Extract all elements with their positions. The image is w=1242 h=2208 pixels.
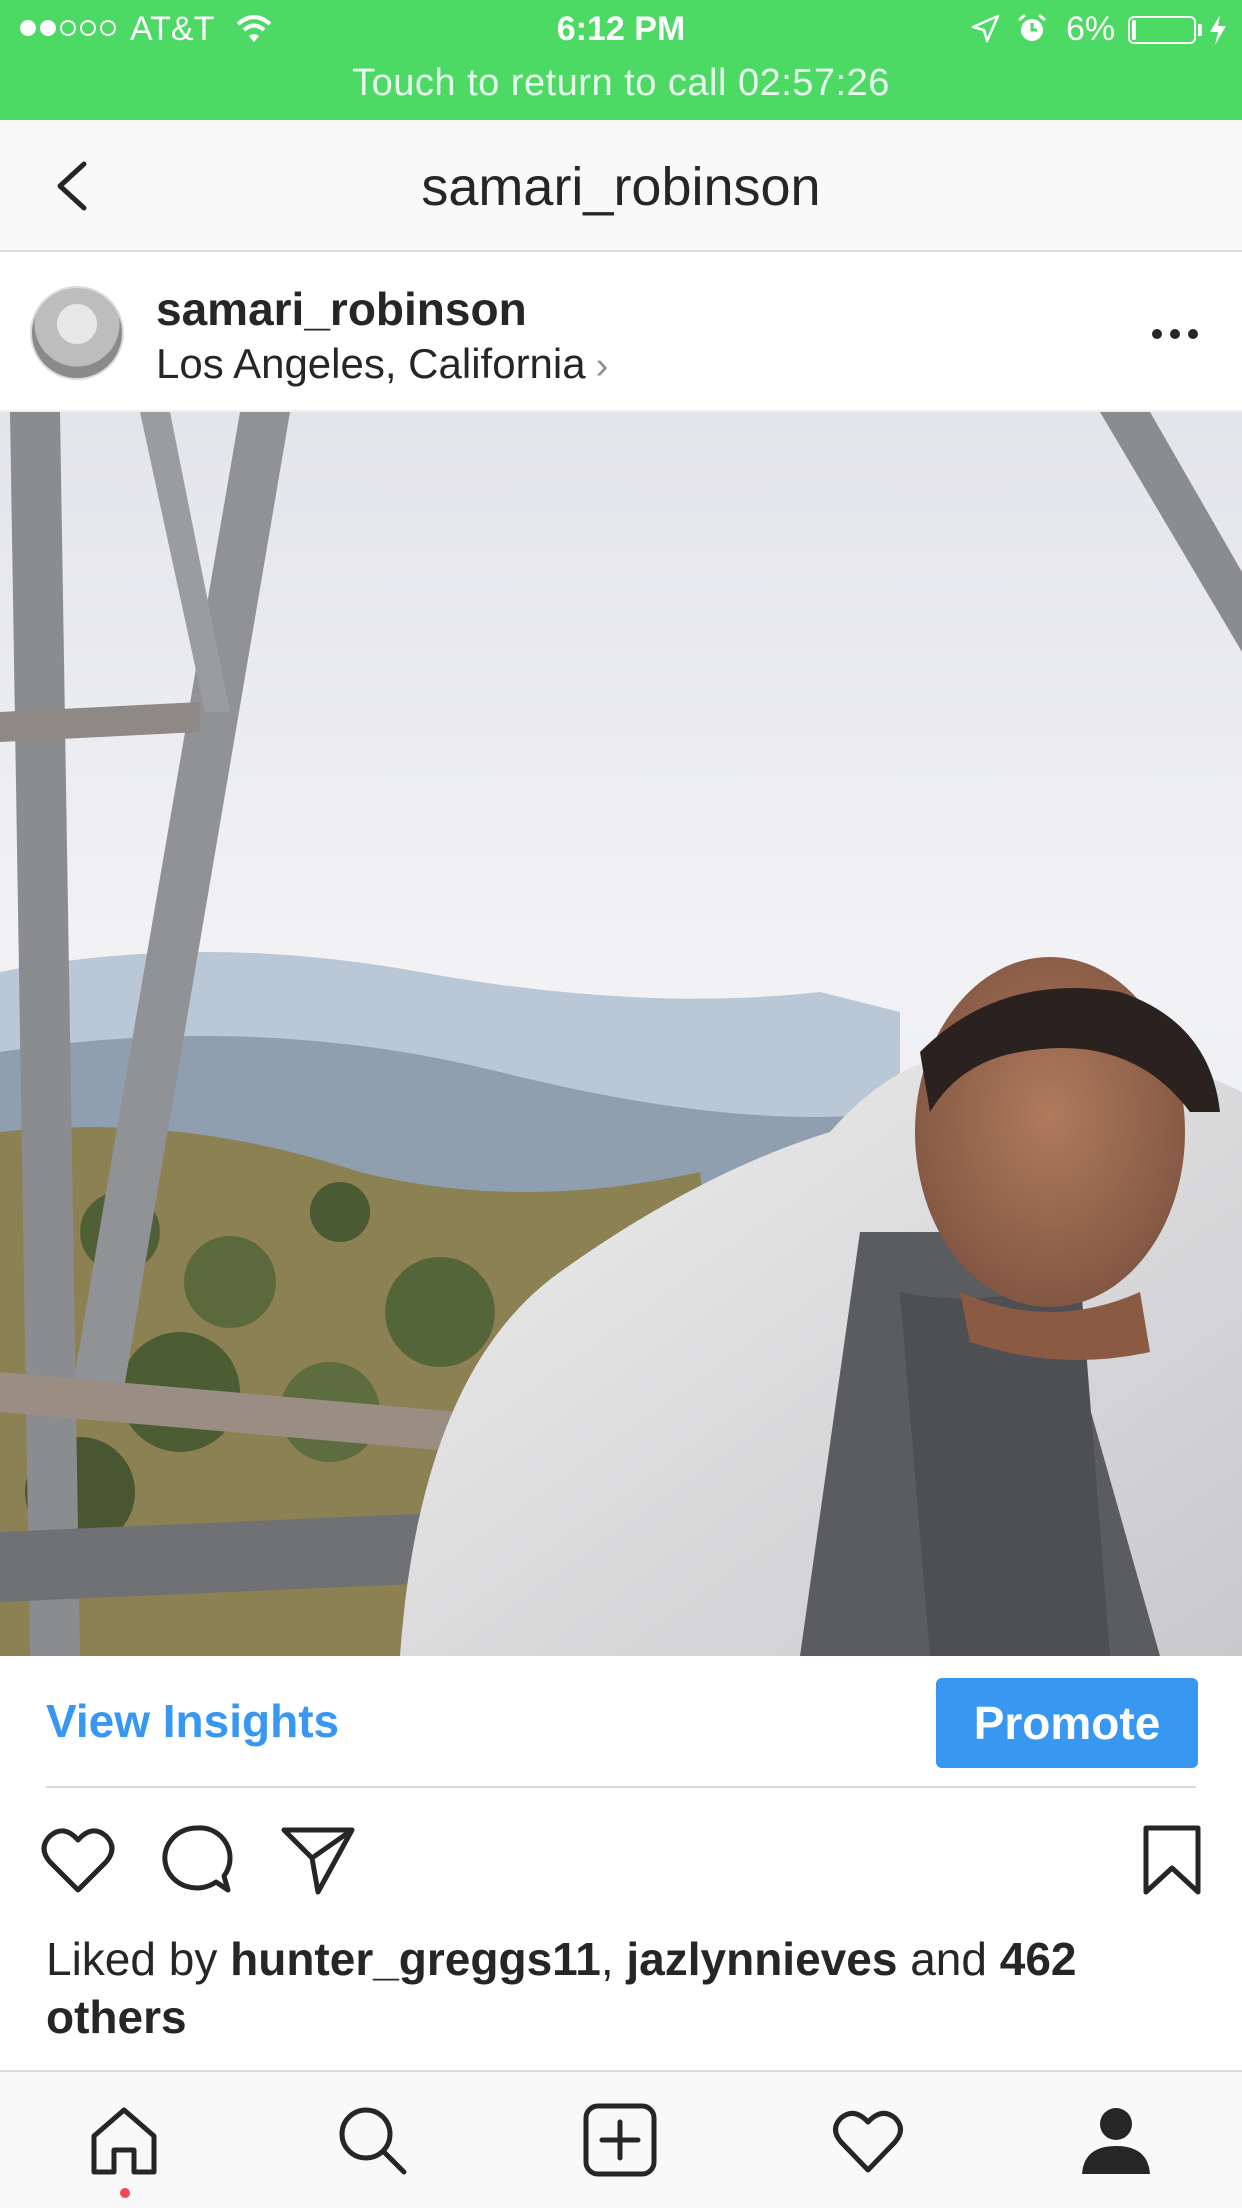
- nav-bar: samari_robinson: [0, 120, 1242, 252]
- profile-icon[interactable]: [1078, 2102, 1154, 2178]
- likes-prefix: Liked by: [46, 1933, 231, 1985]
- charging-bolt-icon: [1210, 15, 1226, 45]
- post-photo[interactable]: [0, 412, 1242, 1656]
- add-post-icon[interactable]: [582, 2102, 658, 2178]
- share-icon[interactable]: [278, 1820, 358, 1900]
- notification-dot: [120, 2188, 130, 2198]
- alarm-icon: [1018, 13, 1046, 41]
- activity-heart-icon[interactable]: [830, 2102, 906, 2178]
- post-header: samari_robinson Los Angeles, California ›: [0, 252, 1242, 412]
- status-time: 6:12 PM: [556, 10, 686, 48]
- view-insights-link[interactable]: View Insights: [46, 1694, 339, 1748]
- promote-button[interactable]: Promote: [936, 1678, 1198, 1768]
- tab-bar: [0, 2070, 1242, 2208]
- liker-username[interactable]: hunter_greggs11: [230, 1933, 601, 1985]
- bookmark-icon[interactable]: [1132, 1820, 1212, 1900]
- battery-level: [1132, 20, 1136, 40]
- likes-and: and: [897, 1933, 1000, 1985]
- insights-row: View Insights Promote: [0, 1656, 1242, 1786]
- post-photo-image: [0, 412, 1242, 1656]
- location-arrow-icon: [971, 14, 1000, 43]
- post-location[interactable]: Los Angeles, California ›: [156, 340, 608, 388]
- likes-separator: ,: [600, 1933, 627, 1985]
- comment-icon[interactable]: [158, 1820, 238, 1900]
- heart-icon[interactable]: [38, 1820, 118, 1900]
- battery-icon: [1128, 16, 1196, 44]
- divider: [46, 1786, 1196, 1788]
- post-actions: [0, 1820, 1242, 1910]
- status-bar-row: AT&T 6:12 PM 6%: [0, 0, 1242, 62]
- return-to-call-banner[interactable]: Touch to return to call 02:57:26: [0, 62, 1242, 105]
- likes-summary[interactable]: Liked by hunter_greggs11, jazlynnieves a…: [46, 1930, 1206, 2046]
- location-label: Los Angeles, California: [156, 340, 586, 387]
- battery-tip: [1198, 24, 1202, 36]
- avatar[interactable]: [30, 286, 124, 380]
- battery-percent: 6%: [1066, 10, 1116, 48]
- chevron-right-icon: ›: [595, 345, 609, 387]
- search-icon[interactable]: [334, 2102, 410, 2178]
- ellipsis-icon[interactable]: [1150, 324, 1200, 344]
- liker-username[interactable]: jazlynnieves: [626, 1933, 897, 1985]
- page-title: samari_robinson: [421, 157, 821, 217]
- home-icon[interactable]: [86, 2102, 162, 2178]
- status-bar: AT&T 6:12 PM 6% Touch to return to call …: [0, 0, 1242, 120]
- post-username[interactable]: samari_robinson: [156, 282, 527, 336]
